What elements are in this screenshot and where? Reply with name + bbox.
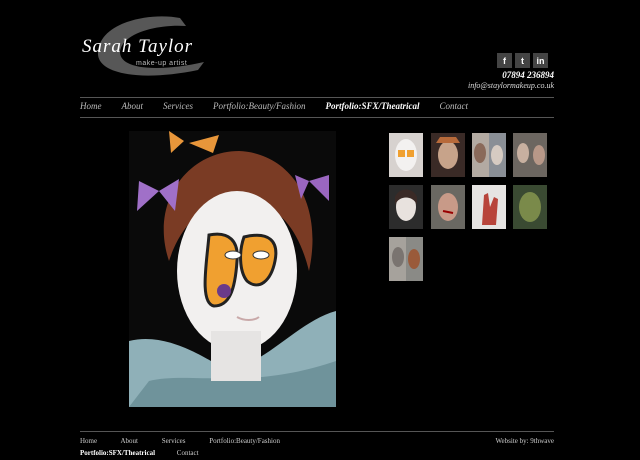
footer-credit[interactable]: Website by: 9thwave [495, 437, 554, 445]
nav-portfolio-sfx[interactable]: Portfolio:SFX/Theatrical [325, 101, 419, 111]
footer-rule [80, 431, 554, 432]
contact-email[interactable]: info@staylormakeup.co.uk [468, 81, 554, 90]
thumbnail[interactable] [472, 133, 506, 177]
nav-services[interactable]: Services [163, 101, 193, 111]
brand-name: Sarah Taylor [82, 36, 194, 57]
nav-portfolio-beauty[interactable]: Portfolio:Beauty/Fashion [213, 101, 306, 111]
linkedin-icon[interactable]: in [533, 53, 548, 68]
footer-link-about[interactable]: About [120, 437, 138, 445]
thumbnail[interactable] [472, 185, 506, 229]
social-links: f t in [497, 53, 548, 68]
footer-link-services[interactable]: Services [162, 437, 186, 445]
thumbnail[interactable] [513, 185, 547, 229]
thumbnail[interactable] [431, 185, 465, 229]
footer-link-portfolio-beauty[interactable]: Portfolio:Beauty/Fashion [209, 437, 280, 445]
nav-bottom-rule [80, 117, 554, 118]
footer-link-home[interactable]: Home [80, 437, 97, 445]
brand-tagline: make-up artist [136, 60, 188, 67]
facebook-icon[interactable]: f [497, 53, 512, 68]
nav-top-rule [80, 97, 554, 98]
thumbnail[interactable] [389, 133, 423, 177]
nav-contact[interactable]: Contact [440, 101, 469, 111]
main-nav: Home About Services Portfolio:Beauty/Fas… [80, 101, 488, 111]
brand-logo[interactable]: Sarah Taylor make-up artist [80, 12, 220, 90]
contact-phone: 07894 236894 [502, 70, 554, 80]
nav-home[interactable]: Home [80, 101, 102, 111]
footer: Home About Services Portfolio:Beauty/Fas… [80, 437, 554, 457]
thumbnail[interactable] [513, 133, 547, 177]
nav-about[interactable]: About [122, 101, 144, 111]
footer-links-row2: Portfolio:SFX/Theatrical Contact [80, 449, 219, 457]
thumbnail[interactable] [389, 185, 423, 229]
footer-links: Home About Services Portfolio:Beauty/Fas… [80, 437, 554, 445]
twitter-icon[interactable]: t [515, 53, 530, 68]
footer-link-portfolio-sfx[interactable]: Portfolio:SFX/Theatrical [80, 449, 155, 457]
footer-link-contact[interactable]: Contact [177, 449, 199, 457]
featured-photo [129, 131, 336, 407]
thumbnail[interactable] [389, 237, 423, 281]
thumbnail[interactable] [431, 133, 465, 177]
